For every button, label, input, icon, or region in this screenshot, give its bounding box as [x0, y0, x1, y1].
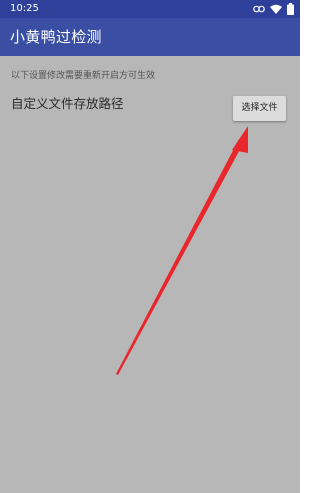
status-bar: 10:25 [0, 0, 300, 18]
status-icons [253, 3, 294, 15]
status-time: 10:25 [10, 3, 39, 14]
wifi-icon [270, 4, 282, 14]
choose-file-button[interactable]: 选择文件 [233, 96, 286, 121]
app-screen: 10:25 小黄鸭过检测 以下设置修改需要重新开启方可生效 自定义文件存放路径 … [0, 0, 300, 493]
app-bar: 小黄鸭过检测 [0, 18, 300, 56]
link-icon [253, 5, 265, 13]
arrow-head [232, 126, 248, 153]
app-title: 小黄鸭过检测 [10, 28, 102, 46]
battery-icon [287, 3, 294, 15]
arrow-shaft [116, 139, 244, 375]
settings-hint: 以下设置修改需要重新开启方可生效 [11, 71, 156, 81]
custom-path-label: 自定义文件存放路径 [11, 96, 124, 111]
